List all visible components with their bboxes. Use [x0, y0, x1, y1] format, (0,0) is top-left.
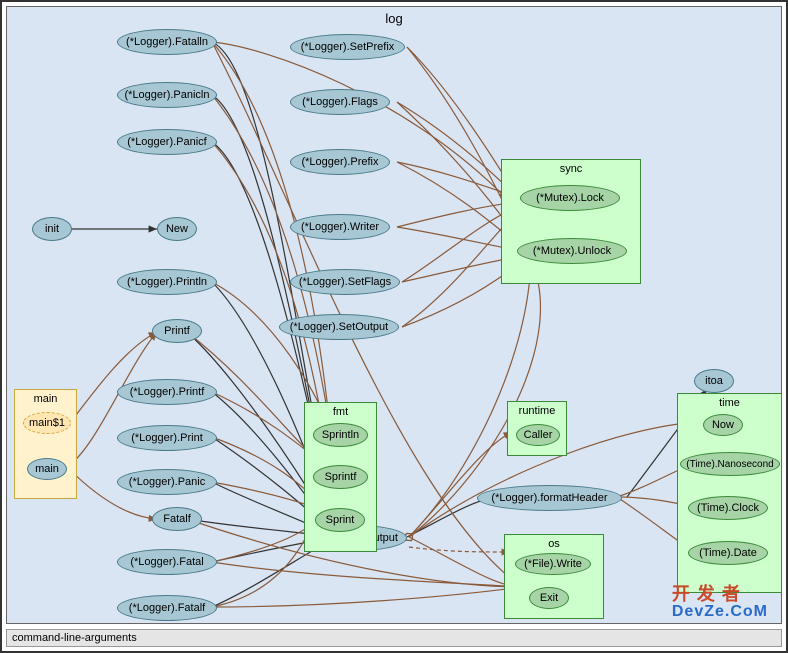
node-exit: Exit — [529, 587, 569, 609]
node-panicf: (*Logger).Panicf — [117, 129, 217, 155]
node-prefix: (*Logger).Prefix — [290, 149, 390, 175]
node-sprintln: Sprintln — [313, 423, 368, 447]
package-sync: sync (*Mutex).Lock (*Mutex).Unlock — [501, 159, 641, 284]
node-itoa: itoa — [694, 369, 734, 393]
package-main-title: main — [34, 393, 58, 405]
node-filewrite: (*File).Write — [515, 553, 591, 575]
node-fatalln: (*Logger).Fatalln — [117, 29, 217, 55]
node-flags: (*Logger).Flags — [290, 89, 390, 115]
node-sprintf: Sprintf — [313, 465, 368, 489]
node-logger-print: (*Logger).Print — [117, 425, 217, 451]
node-unlock: (*Mutex).Unlock — [517, 238, 627, 264]
watermark: 开 发 者 DevZe.CoM — [672, 585, 768, 621]
package-time-title: time — [719, 397, 740, 409]
node-date: (Time).Date — [688, 541, 768, 565]
package-log-title: log — [385, 11, 402, 26]
node-writer: (*Logger).Writer — [290, 214, 390, 240]
footer-bar: command-line-arguments — [6, 629, 782, 647]
node-setprefix: (*Logger).SetPrefix — [290, 34, 405, 60]
node-new: New — [157, 217, 197, 241]
node-now: Now — [703, 414, 743, 436]
node-logger-printf: (*Logger).Printf — [117, 379, 217, 405]
package-sync-title: sync — [560, 163, 583, 175]
node-logger-fatalf: (*Logger).Fatalf — [117, 595, 217, 621]
node-caller: Caller — [516, 424, 560, 446]
node-nanosecond: (Time).Nanosecond — [680, 452, 780, 476]
node-println: (*Logger).Println — [117, 269, 217, 295]
node-main1: main$1 — [23, 412, 71, 434]
node-formatheader: (*Logger).formatHeader — [477, 485, 622, 511]
node-setoutput: (*Logger).SetOutput — [279, 314, 399, 340]
node-fatalf: Fatalf — [152, 507, 202, 531]
node-init: init — [32, 217, 72, 241]
package-os: os (*File).Write Exit — [504, 534, 604, 619]
package-log: log — [6, 6, 782, 624]
package-fmt-title: fmt — [333, 406, 348, 418]
package-runtime-title: runtime — [519, 405, 556, 417]
node-printf: Printf — [152, 319, 202, 343]
node-setflags: (*Logger).SetFlags — [290, 269, 400, 295]
package-os-title: os — [548, 538, 560, 550]
package-main: main main$1 main — [14, 389, 77, 499]
callgraph-diagram: log — [0, 0, 788, 653]
node-logger-panic: (*Logger).Panic — [117, 469, 217, 495]
node-logger-fatal: (*Logger).Fatal — [117, 549, 217, 575]
node-main: main — [27, 458, 67, 480]
package-time: time Now (Time).Nanosecond (Time).Clock … — [677, 393, 782, 593]
node-lock: (*Mutex).Lock — [520, 185, 620, 211]
package-runtime: runtime Caller — [507, 401, 567, 456]
node-clock: (Time).Clock — [688, 496, 768, 520]
node-panicln: (*Logger).Panicln — [117, 82, 217, 108]
node-sprint: Sprint — [315, 508, 365, 532]
package-fmt: fmt Sprintln Sprintf Sprint — [304, 402, 377, 552]
